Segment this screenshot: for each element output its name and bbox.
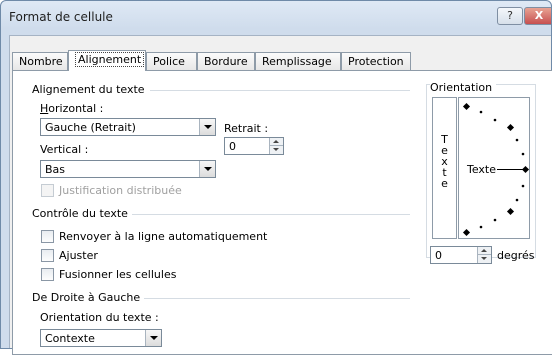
text-control-group-label: Contrôle du texte xyxy=(32,207,132,220)
close-icon: X xyxy=(534,9,544,22)
group-divider xyxy=(130,298,410,299)
text-direction-select[interactable]: Contexte xyxy=(40,329,162,347)
horizontal-label-text: Horizontal : xyxy=(40,102,104,115)
justification-label: Justification distribuée xyxy=(59,184,182,197)
dial-marker-45 xyxy=(506,123,515,132)
vertical-text-button[interactable]: T e x t e xyxy=(432,97,457,239)
dialog-title: Format de cellule xyxy=(9,10,113,24)
group-divider xyxy=(150,90,410,91)
horizontal-label: Horizontal : xyxy=(40,102,104,115)
tab-police[interactable]: Police xyxy=(146,52,197,70)
text-alignment-group-label: Alignement du texte xyxy=(32,83,149,96)
wrap-text-label: Renvoyer à la ligne automatiquement xyxy=(59,230,268,243)
dial-marker-90 xyxy=(462,102,471,111)
vertical-label: Vertical : xyxy=(40,143,89,156)
help-button[interactable]: ? xyxy=(497,7,523,25)
degrees-stepper[interactable]: 0 xyxy=(430,246,492,264)
stepper-buttons xyxy=(477,247,491,263)
tab-alignement[interactable]: Alignement xyxy=(68,50,146,71)
dial-dot xyxy=(521,184,525,188)
tab-remplissage[interactable]: Remplissage xyxy=(255,52,341,70)
retrait-value: 0 xyxy=(229,140,236,153)
stepper-buttons xyxy=(269,138,283,154)
rtl-group-label: De Droite à Gauche xyxy=(32,291,145,304)
stepper-down-icon[interactable] xyxy=(478,255,491,263)
dial-dot xyxy=(515,198,519,202)
shrink-to-fit-checkbox[interactable] xyxy=(41,249,54,262)
merge-cells-label: Fusionner les cellules xyxy=(59,268,177,281)
help-icon: ? xyxy=(507,9,513,22)
group-divider xyxy=(120,214,410,215)
dial-dot xyxy=(479,225,483,229)
vertical-letter: e xyxy=(441,177,448,190)
dial-text: Texte xyxy=(466,163,496,176)
justification-checkbox[interactable] xyxy=(41,184,54,197)
dial-marker-minus45 xyxy=(506,207,515,216)
close-button[interactable]: X xyxy=(524,7,551,25)
retrait-label: Retrait : xyxy=(224,122,269,135)
degrees-value: 0 xyxy=(435,249,442,262)
stepper-up-icon[interactable] xyxy=(270,138,283,146)
merge-cells-checkbox[interactable] xyxy=(41,268,54,281)
stepper-down-icon[interactable] xyxy=(270,146,283,154)
wrap-text-checkbox[interactable] xyxy=(41,230,54,243)
orientation-dial[interactable]: Texte xyxy=(458,97,530,239)
shrink-to-fit-label: Ajuster xyxy=(59,249,98,262)
chevron-down-icon[interactable] xyxy=(199,119,215,135)
chevron-down-icon[interactable] xyxy=(199,161,215,177)
stepper-up-icon[interactable] xyxy=(478,247,491,255)
chevron-down-icon[interactable] xyxy=(145,330,161,346)
orientation-group-label: Orientation xyxy=(430,81,497,94)
orientation-dial-graphic: Texte xyxy=(462,102,530,237)
tab-bordure[interactable]: Bordure xyxy=(197,52,255,70)
dial-dot xyxy=(493,118,497,122)
vertical-select[interactable]: Bas xyxy=(40,160,216,178)
dial-dot xyxy=(515,138,519,142)
text-direction-label: Orientation du texte : xyxy=(40,311,159,324)
tab-protection[interactable]: Protection xyxy=(341,52,411,70)
text-direction-value: Contexte xyxy=(45,332,95,345)
dial-dot xyxy=(521,152,525,156)
horizontal-select-value: Gauche (Retrait) xyxy=(45,121,136,134)
dial-marker-minus90 xyxy=(462,228,471,237)
dial-dot xyxy=(479,110,483,114)
title-bar[interactable]: Format de cellule ? X xyxy=(1,1,551,31)
degrees-label: degrés xyxy=(497,249,535,262)
dial-marker-0 xyxy=(521,165,530,174)
dial-dot xyxy=(493,218,497,222)
retrait-stepper[interactable]: 0 xyxy=(224,137,284,155)
tab-nombre[interactable]: Nombre xyxy=(12,52,68,70)
vertical-select-value: Bas xyxy=(45,163,66,176)
horizontal-select[interactable]: Gauche (Retrait) xyxy=(40,118,216,136)
